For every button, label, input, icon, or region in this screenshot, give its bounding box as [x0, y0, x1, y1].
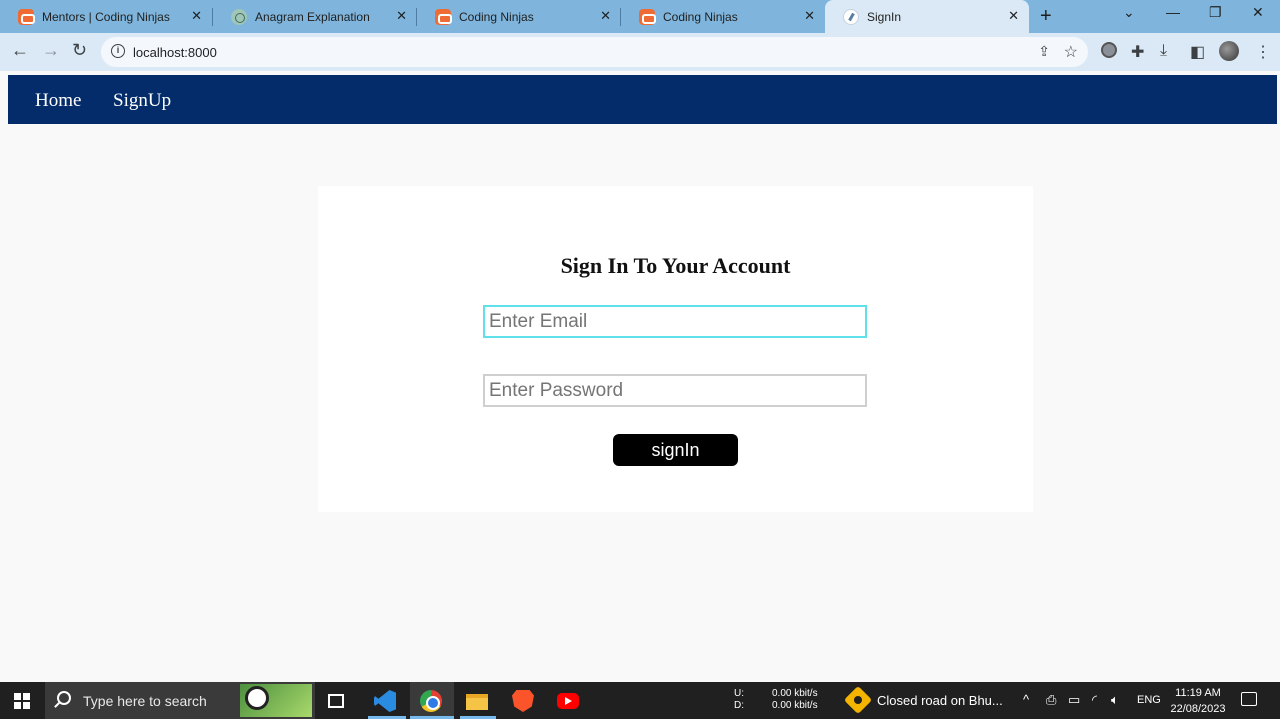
nav-home-link[interactable]: Home	[35, 90, 81, 112]
file-explorer-taskbar-button[interactable]	[455, 682, 499, 719]
window-close-icon[interactable]: ✕	[1252, 4, 1264, 21]
volume-icon[interactable]: 🔈︎	[1111, 692, 1119, 708]
vscode-icon	[374, 690, 396, 712]
system-clock[interactable]: 11:19 AM 22/08/2023	[1168, 685, 1228, 717]
download-icon[interactable]: ⤓	[1160, 42, 1167, 60]
traffic-alert-icon[interactable]	[843, 685, 873, 715]
notification-center-icon[interactable]	[1241, 692, 1257, 706]
extension-globe-icon[interactable]	[1101, 42, 1117, 58]
forward-arrow-icon[interactable]: →	[42, 40, 60, 61]
taskbar-search-placeholder: Type here to search	[83, 693, 207, 709]
page-icon	[843, 8, 859, 25]
signin-button[interactable]: signIn	[613, 434, 738, 466]
chatgpt-icon	[231, 8, 247, 25]
close-icon[interactable]: ✕	[804, 9, 815, 23]
tray-chevron-up-icon[interactable]: ^	[1023, 692, 1029, 707]
task-view-icon[interactable]	[328, 694, 344, 708]
coding-ninjas-icon	[435, 8, 452, 25]
site-info-icon[interactable]: i	[111, 44, 125, 58]
tab-title: SignIn	[867, 9, 902, 24]
browser-toolbar: ← → ↻ i localhost:8000 ⇪ ☆ ✚ ⤓ ◧ ⋮	[0, 33, 1280, 71]
share-icon[interactable]: ⇪	[1038, 43, 1050, 60]
extensions-puzzle-icon[interactable]: ✚	[1131, 42, 1144, 62]
bookmark-star-icon[interactable]: ☆	[1064, 42, 1078, 62]
vscode-taskbar-button[interactable]	[365, 682, 409, 719]
net-up-label: U:	[734, 688, 744, 699]
side-panel-icon[interactable]: ◧	[1190, 42, 1205, 62]
search-icon	[57, 691, 71, 705]
page-viewport: Home SignUp Sign In To Your Account sign…	[0, 71, 1280, 682]
windows-taskbar: Type here to search U: D: 0.00 kbit/s 0.…	[0, 682, 1280, 719]
close-icon[interactable]: ✕	[600, 9, 611, 23]
coding-ninjas-icon	[639, 8, 656, 25]
menu-kebab-icon[interactable]: ⋮	[1255, 42, 1271, 62]
site-navbar: Home SignUp	[8, 75, 1277, 124]
nav-signup-link[interactable]: SignUp	[113, 90, 171, 112]
net-meter-values: 0.00 kbit/s 0.00 kbit/s	[772, 688, 818, 712]
signin-card: Sign In To Your Account signIn	[318, 186, 1033, 512]
password-input[interactable]	[483, 374, 867, 407]
brave-lion-icon	[512, 690, 534, 712]
profile-avatar[interactable]	[1219, 41, 1239, 61]
tab-title: Coding Ninjas	[459, 9, 534, 24]
chrome-taskbar-button[interactable]	[410, 682, 454, 719]
brave-taskbar-button[interactable]	[500, 682, 544, 719]
reload-icon[interactable]: ↻	[72, 40, 87, 61]
minimize-icon[interactable]: —	[1166, 4, 1180, 20]
windows-start-icon[interactable]	[14, 693, 30, 709]
taskbar-search-box[interactable]: Type here to search	[45, 682, 315, 719]
battery-icon[interactable]: ▭	[1068, 692, 1080, 708]
restore-icon[interactable]: ❐	[1209, 4, 1222, 21]
tab-coding-ninjas-2[interactable]: Coding Ninjas ✕	[621, 0, 825, 33]
browser-tab-strip: Mentors | Coding Ninjas ✕ Anagram Explan…	[0, 0, 1280, 33]
clock-time: 11:19 AM	[1175, 687, 1221, 699]
net-up-value: 0.00 kbit/s	[772, 688, 818, 699]
tab-coding-ninjas-1[interactable]: Coding Ninjas ✕	[417, 0, 621, 33]
email-input[interactable]	[483, 305, 867, 338]
football-icon	[245, 686, 269, 710]
tab-signin[interactable]: SignIn ✕	[825, 0, 1029, 33]
tab-mentors[interactable]: Mentors | Coding Ninjas ✕	[0, 0, 212, 33]
url-text: localhost:8000	[133, 45, 217, 60]
clock-date: 22/08/2023	[1170, 703, 1226, 715]
coding-ninjas-icon	[18, 8, 35, 25]
signin-heading: Sign In To Your Account	[560, 253, 791, 278]
new-tab-plus-icon[interactable]: +	[1040, 5, 1052, 28]
folder-icon	[466, 694, 488, 710]
net-down-label: D:	[734, 700, 744, 711]
net-meter-labels: U: D:	[734, 688, 744, 712]
tab-title: Mentors | Coding Ninjas	[42, 9, 170, 24]
address-bar[interactable]: i localhost:8000 ⇪ ☆	[101, 37, 1088, 67]
close-icon[interactable]: ✕	[191, 9, 202, 23]
tab-search-chevron-icon[interactable]: ⌄	[1123, 4, 1135, 21]
news-widget-text[interactable]: Closed road on Bhu...	[877, 693, 1003, 708]
net-down-value: 0.00 kbit/s	[772, 700, 818, 711]
meet-now-icon[interactable]: ⎙	[1046, 692, 1056, 708]
close-icon[interactable]: ✕	[1008, 9, 1019, 23]
chrome-icon	[420, 690, 442, 712]
wifi-icon[interactable]: ◜	[1092, 692, 1097, 708]
youtube-taskbar-button[interactable]	[546, 682, 590, 719]
youtube-icon	[557, 693, 579, 709]
tab-title: Anagram Explanation	[255, 9, 370, 24]
tab-title: Coding Ninjas	[663, 9, 738, 24]
language-indicator[interactable]: ENG	[1137, 694, 1161, 706]
tab-anagram[interactable]: Anagram Explanation ✕	[213, 0, 417, 33]
back-arrow-icon[interactable]: ←	[11, 40, 29, 61]
close-icon[interactable]: ✕	[396, 9, 407, 23]
